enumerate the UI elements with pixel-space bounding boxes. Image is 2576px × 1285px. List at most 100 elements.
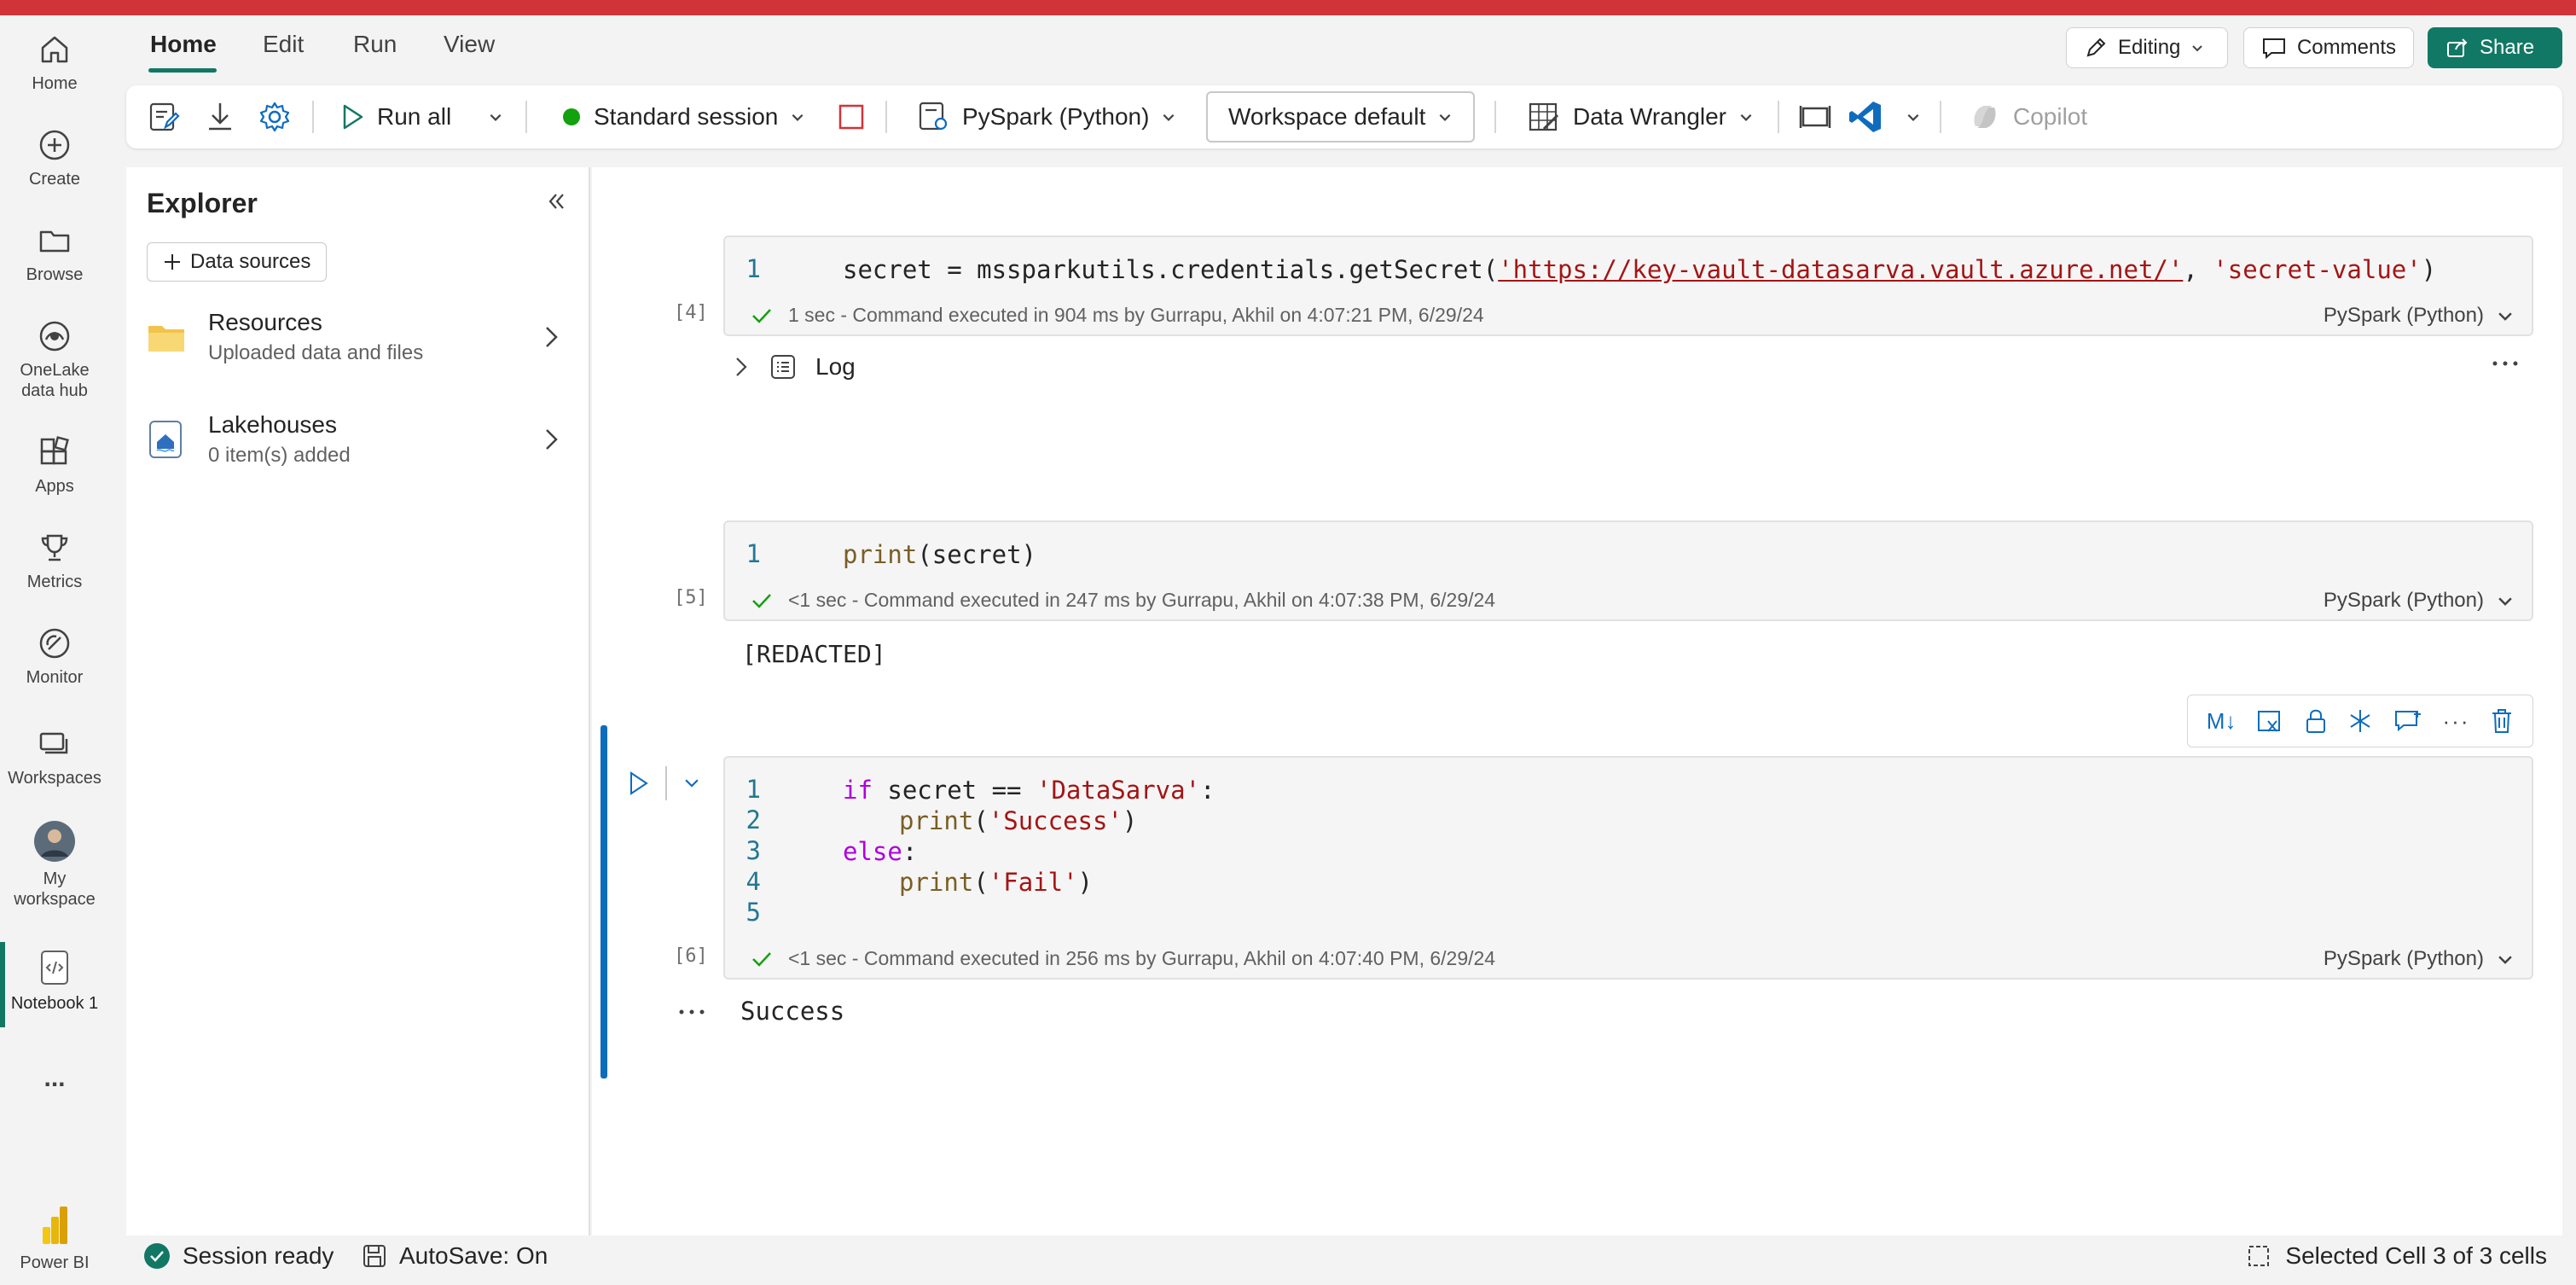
plus-circle-icon (39, 130, 70, 160)
log-more-button[interactable] (2491, 357, 2520, 372)
code-line-2[interactable]: print('Success') (899, 805, 1137, 836)
freeze-icon[interactable] (2347, 708, 2373, 734)
focus-mode-button[interactable] (1798, 85, 1832, 148)
code-string: 'DataSarva' (1036, 776, 1201, 805)
nav-apps[interactable]: Apps (0, 435, 109, 497)
log-label: Log (815, 353, 856, 380)
nav-notebook-label: Notebook 1 (10, 994, 99, 1013)
fullscreen-icon (1799, 106, 1831, 128)
data-wrangler-label: Data Wrangler (1573, 103, 1727, 130)
data-sources-button[interactable]: Data sources (147, 242, 328, 282)
log-expander[interactable]: Log (732, 353, 856, 381)
folder-icon (39, 230, 70, 253)
output-more-button[interactable] (677, 1005, 706, 1020)
nav-powerbi-label: Power BI (20, 1253, 90, 1272)
ai-edit-icon[interactable] (2256, 707, 2283, 735)
explorer-item-resources[interactable]: Resources Uploaded data and files (126, 304, 589, 389)
ribbon-separator (1494, 101, 1496, 133)
comments-label: Comments (2296, 36, 2396, 59)
line-number: 4 (746, 867, 761, 896)
run-cell-button[interactable] (628, 770, 650, 801)
comment-icon (2262, 38, 2285, 60)
code-url-string[interactable]: 'https://key-vault-datasarva.vault.azure… (1498, 255, 2183, 284)
add-comment-icon[interactable] (2393, 708, 2422, 734)
chevron-down-icon (1439, 113, 1451, 121)
session-label: Standard session (594, 103, 779, 130)
more-horizontal-icon (2492, 361, 2518, 366)
code-line-4[interactable]: print('Fail') (899, 867, 1093, 898)
notebook-edit-button[interactable] (147, 85, 181, 148)
language-button[interactable]: PySpark (Python) (918, 85, 1176, 148)
markdown-toggle-icon[interactable]: M↓ (2207, 708, 2237, 735)
code-text: secret = mssparkutils.credentials.getSec… (843, 255, 1499, 284)
nav-create[interactable]: Create (0, 128, 109, 189)
cell-language-toggle[interactable]: PySpark (Python) (2324, 304, 2515, 328)
session-status-dot-icon (563, 108, 580, 125)
double-chevron-left-icon (548, 194, 564, 209)
onelake-icon (39, 321, 70, 352)
code-text: (secret) (917, 540, 1036, 569)
data-wrangler-button[interactable]: Data Wrangler (1527, 85, 1754, 148)
nav-more[interactable]: ... (0, 1066, 109, 1091)
code-line-3[interactable]: else: (843, 836, 917, 867)
vscode-button[interactable] (1848, 85, 1883, 148)
environment-dropdown[interactable]: Workspace default (1206, 91, 1476, 142)
nav-home[interactable]: Home (0, 32, 109, 94)
nav-monitor[interactable]: Monitor (0, 626, 109, 688)
ribbon-separator (1940, 101, 1941, 133)
code-cell-2[interactable]: 1 print(secret) <1 sec - Command execute… (723, 520, 2533, 621)
code-cell-1[interactable]: 1 secret = mssparkutils.credentials.getS… (723, 235, 2533, 336)
autosave-status[interactable]: AutoSave: On (362, 1242, 548, 1270)
code-function: print (843, 540, 918, 569)
lock-icon[interactable] (2304, 707, 2328, 735)
nav-metrics[interactable]: Metrics (0, 531, 109, 592)
chevron-down-icon (2498, 597, 2512, 606)
autosave-text: AutoSave: On (399, 1242, 548, 1269)
more-options-icon[interactable]: ··· (2443, 708, 2470, 735)
tab-view[interactable]: View (444, 31, 495, 58)
nav-onelake[interactable]: OneLake data hub (0, 319, 109, 401)
code-cell-3[interactable]: 1 2 3 4 5 if secret == 'DataSarva': prin… (723, 756, 2533, 980)
data-sources-label: Data sources (190, 250, 311, 273)
data-wrangler-icon (1529, 102, 1559, 131)
collapse-explorer-button[interactable] (544, 189, 568, 218)
share-button[interactable]: Share (2428, 27, 2562, 68)
tab-home[interactable]: Home (150, 31, 217, 58)
code-text: ) (2421, 255, 2437, 284)
run-all-button[interactable]: Run all (339, 85, 451, 148)
tab-active-underline (148, 68, 217, 73)
list-icon (771, 355, 795, 379)
editing-button[interactable]: Editing (2066, 27, 2228, 68)
run-options-dropdown[interactable] (681, 773, 703, 796)
vscode-dropdown[interactable] (1906, 85, 1921, 148)
lakehouses-subtitle: 0 item(s) added (208, 444, 351, 467)
explorer-item-lakehouses[interactable]: Lakehouses 0 item(s) added (126, 406, 589, 491)
stop-session-button[interactable] (838, 85, 865, 148)
code-line-1[interactable]: if secret == 'DataSarva': (843, 775, 1215, 805)
tab-run[interactable]: Run (353, 31, 397, 58)
code-line-1[interactable]: print(secret) (843, 539, 1036, 570)
delete-icon[interactable] (2490, 707, 2514, 735)
explorer-title: Explorer (147, 188, 258, 218)
notebook-edit-icon (149, 102, 180, 131)
nav-notebook[interactable]: Notebook 1 (0, 949, 109, 1014)
download-button[interactable] (205, 85, 235, 148)
nav-browse[interactable]: Browse (0, 224, 109, 285)
nav-my-workspace[interactable]: My workspace (0, 821, 109, 910)
cell-language-toggle[interactable]: PySpark (Python) (2324, 589, 2515, 613)
tab-edit[interactable]: Edit (263, 31, 304, 58)
comments-button[interactable]: Comments (2243, 27, 2414, 68)
nav-workspaces[interactable]: Workspaces (0, 727, 109, 788)
chevron-down-icon (1740, 113, 1752, 121)
settings-button[interactable] (258, 85, 292, 148)
code-line-1[interactable]: secret = mssparkutils.credentials.getSec… (843, 254, 2436, 285)
cell-language-toggle[interactable]: PySpark (Python) (2324, 947, 2515, 971)
nav-workspaces-label: Workspaces (8, 769, 102, 788)
run-all-label: Run all (377, 103, 452, 130)
copilot-button[interactable]: Copilot (1969, 85, 2087, 148)
session-button[interactable]: Standard session (561, 85, 805, 148)
run-all-dropdown[interactable] (488, 85, 503, 148)
cell-selected-indicator (600, 725, 607, 1079)
nav-powerbi[interactable]: Power BI (0, 1205, 109, 1273)
status-bar: Session ready AutoSave: On Selected Cell… (126, 1236, 2562, 1278)
